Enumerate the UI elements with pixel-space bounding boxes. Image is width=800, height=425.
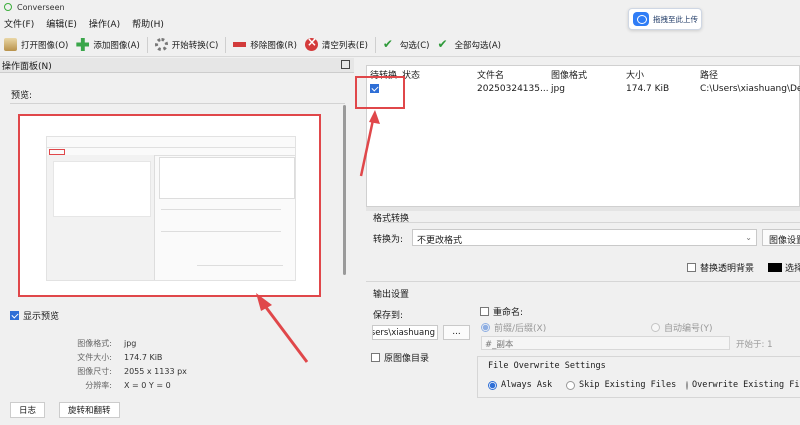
replace-transparent-checkbox[interactable] <box>687 263 696 272</box>
radio-selected-icon <box>481 323 490 332</box>
convert-format-select[interactable]: 不更改格式 ⌄ <box>412 229 757 246</box>
splitter[interactable] <box>366 207 800 211</box>
folder-open-icon <box>4 38 17 51</box>
toolbar: 打开图像(O) 添加图像(A) 开始转换(C) 移除图像(R) 清空列表(E) … <box>0 33 800 57</box>
highlight-box <box>355 76 405 109</box>
save-path-input[interactable]: C:\Users\xiashuang <box>372 325 438 340</box>
menu-actions[interactable]: 操作(A) <box>89 17 120 30</box>
toolbar-divider <box>374 36 376 53</box>
preview-label: 预览: <box>11 91 33 101</box>
rename-pattern-input[interactable]: #_副本 <box>481 336 730 350</box>
panel-scrollbar[interactable] <box>343 105 346 275</box>
overwrite-existing-radio[interactable]: Overwrite Existing Files <box>686 380 800 390</box>
minus-icon <box>233 42 247 47</box>
operations-panel-header: 操作面板(N) <box>0 58 354 73</box>
prefix-suffix-radio[interactable]: 前缀/后缀(X) <box>481 321 546 334</box>
column-header-size[interactable]: 大小 <box>626 68 644 81</box>
check-button[interactable]: ✔ 勾选(C) <box>379 35 434 55</box>
convert-to-label: 转换为: <box>373 235 404 245</box>
cell-size: 174.7 KiB <box>626 84 670 94</box>
open-images-button[interactable]: 打开图像(O) <box>0 35 72 55</box>
divider <box>10 103 345 104</box>
rename-checkbox[interactable]: 重命名: <box>480 305 523 318</box>
panel-title: 操作面板(N) <box>2 61 52 72</box>
radio-selected-icon <box>488 380 497 390</box>
column-header-filename[interactable]: 文件名 <box>477 68 504 81</box>
browse-button[interactable]: ... <box>443 325 470 340</box>
auto-number-radio[interactable]: 自动编号(Y) <box>651 321 713 334</box>
save-to-label: 保存到: <box>373 311 404 321</box>
show-preview-checkbox[interactable]: 显示预览 <box>10 309 59 322</box>
tab-rotate-flip[interactable]: 旋转和翻转 <box>59 402 120 418</box>
radio-icon <box>566 380 575 390</box>
choose-color-button[interactable]: 选择颜色 <box>785 261 800 274</box>
menu-edit[interactable]: 编辑(E) <box>46 17 77 30</box>
cell-path: C:\Users\xiashuang\Des <box>700 84 800 94</box>
preview-thumbnail <box>46 136 296 281</box>
checkmark-icon: ✔ <box>437 37 448 51</box>
menu-help[interactable]: 帮助(H) <box>132 17 164 30</box>
check-all-button[interactable]: ✔ 全部勾选(A) <box>434 35 505 55</box>
checkbox-checked-icon <box>10 311 19 320</box>
output-section-title: 输出设置 <box>373 290 410 300</box>
preview-image <box>18 114 321 297</box>
checkmark-icon: ✔ <box>382 37 393 51</box>
gear-icon <box>154 38 168 51</box>
always-ask-radio[interactable]: Always Ask <box>488 380 552 390</box>
menu-file[interactable]: 文件(F) <box>4 17 34 30</box>
image-info: 图像格式: jpg 文件大小: 174.7 KiB 图像尺寸: 2055 x 1133… <box>77 339 187 390</box>
toolbar-divider <box>146 36 148 53</box>
cloud-upload-icon <box>633 12 649 26</box>
color-swatch[interactable] <box>768 263 783 272</box>
tab-log[interactable]: 日志 <box>10 402 46 418</box>
cell-filename: 20250324135... <box>477 84 549 94</box>
float-panel-icon[interactable] <box>341 60 350 69</box>
start-at-field[interactable]: 开始于: 1 <box>736 338 772 350</box>
column-header-path[interactable]: 路径 <box>700 68 718 81</box>
divider <box>366 281 800 282</box>
app-logo-icon <box>4 3 12 11</box>
remove-image-button[interactable]: 移除图像(R) <box>229 35 301 55</box>
overwrite-settings-title: File Overwrite Settings <box>488 361 606 371</box>
drag-upload-button[interactable]: 拖拽至此上传 <box>628 8 702 30</box>
cell-format: jpg <box>551 84 565 94</box>
radio-icon <box>651 323 660 332</box>
toolbar-divider <box>225 36 227 53</box>
checkbox-icon <box>371 353 380 362</box>
column-header-format[interactable]: 图像格式 <box>551 68 587 81</box>
bottom-tabs: 日志 旋转和翻转 <box>10 402 134 418</box>
start-convert-button[interactable]: 开始转换(C) <box>151 35 223 55</box>
original-dir-checkbox[interactable]: 原图像目录 <box>371 351 429 364</box>
checkbox-icon <box>480 307 489 316</box>
operations-panel: 预览: 显示预览 图像格式: jpg 文件大小: 174.7 KiB 图像尺寸: 20… <box>0 73 354 425</box>
image-settings-button[interactable]: 图像设置 <box>762 229 800 246</box>
window-title: Converseen <box>17 2 65 12</box>
transparent-bg-row: 替换透明背景 选择颜色 <box>687 261 800 274</box>
clear-list-button[interactable]: 清空列表(E) <box>301 35 372 55</box>
clear-icon <box>304 35 318 51</box>
skip-existing-radio[interactable]: Skip Existing Files <box>566 380 676 390</box>
chevron-down-icon: ⌄ <box>745 233 752 242</box>
radio-icon <box>686 380 688 390</box>
plus-icon <box>76 38 90 51</box>
divider <box>384 222 800 223</box>
file-list-table: 待转换 状态 文件名 图像格式 大小 路径 20250324135... jpg… <box>355 65 800 207</box>
add-images-button[interactable]: 添加图像(A) <box>72 35 143 55</box>
